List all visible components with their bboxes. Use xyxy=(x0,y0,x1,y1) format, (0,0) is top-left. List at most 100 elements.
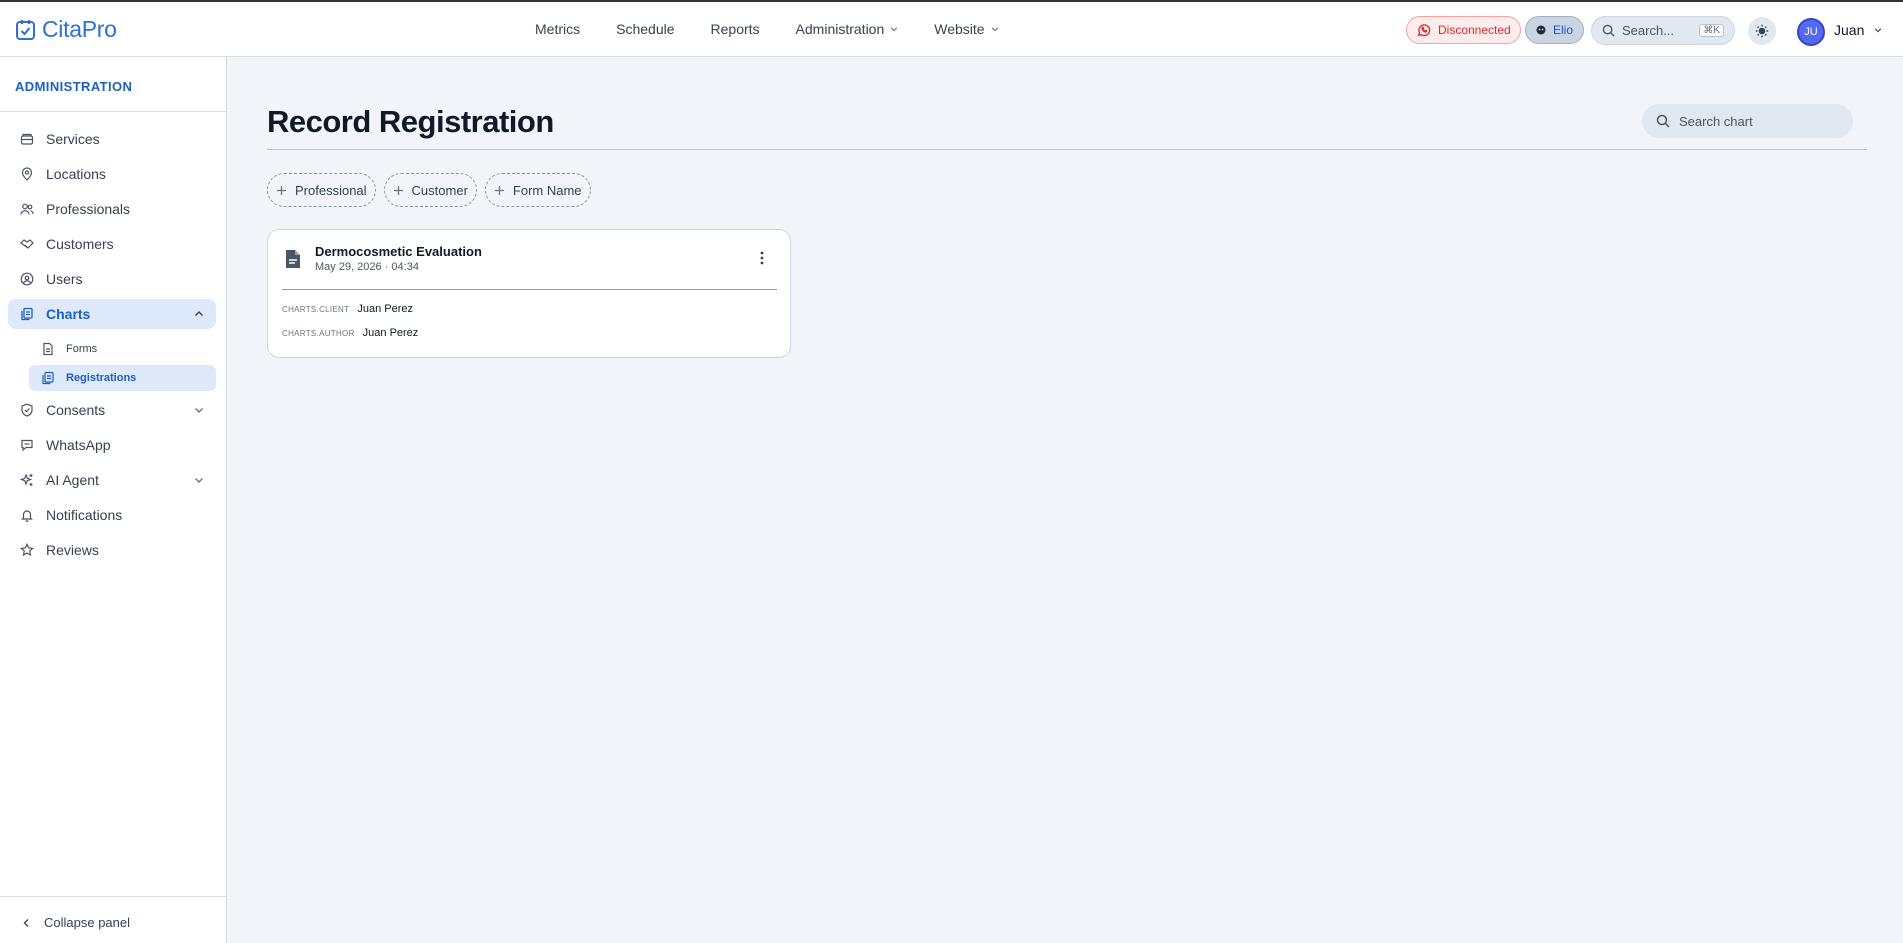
box-icon xyxy=(20,133,34,145)
sidebar-subitem-label: Forms xyxy=(66,343,98,355)
star-icon xyxy=(20,543,34,557)
nav-label: Metrics xyxy=(535,21,581,37)
chevron-up-icon xyxy=(195,311,203,316)
plus-icon xyxy=(494,185,504,195)
sidebar-item-whatsapp[interactable]: WhatsApp xyxy=(8,430,216,460)
sidebar-item-label: Reviews xyxy=(46,542,99,558)
record-date: May 29, 2026 · 04:34 xyxy=(315,261,419,273)
nav-schedule[interactable]: Schedule xyxy=(616,21,674,37)
user-circle-icon xyxy=(20,272,34,286)
elio-label: Elio xyxy=(1553,23,1574,37)
sidebar-item-professionals[interactable]: Professionals xyxy=(8,194,216,224)
nav-website[interactable]: Website xyxy=(934,21,998,37)
nav-administration[interactable]: Administration xyxy=(796,21,899,37)
record-client-value: Juan Perez xyxy=(357,303,413,315)
global-search-placeholder: Search... xyxy=(1622,23,1675,38)
filter-professional-button[interactable]: Professional xyxy=(267,173,376,207)
user-menu[interactable]: Juan xyxy=(1834,22,1882,38)
collapse-label: Collapse panel xyxy=(44,915,131,930)
nav-label: Schedule xyxy=(616,21,675,37)
sidebar-item-locations[interactable]: Locations xyxy=(8,159,216,189)
chart-search-placeholder: Search chart xyxy=(1679,113,1753,129)
file-icon xyxy=(43,342,53,356)
filter-form-name-button[interactable]: Form Name xyxy=(484,173,591,207)
sidebar-item-label: Notifications xyxy=(46,507,123,523)
record-author-value: Juan Perez xyxy=(362,327,419,339)
search-icon xyxy=(1602,24,1615,37)
record-title: Dermocosmetic Evaluation xyxy=(315,244,482,259)
nav-metrics[interactable]: Metrics xyxy=(535,21,580,37)
sidebar-item-label: Locations xyxy=(46,166,106,182)
chevron-down-icon xyxy=(1875,28,1882,33)
nav-reports[interactable]: Reports xyxy=(711,21,760,37)
user-name: Juan xyxy=(1834,22,1865,38)
sidebar-item-users[interactable]: Users xyxy=(8,264,216,294)
sidebar-item-reviews[interactable]: Reviews xyxy=(8,535,216,565)
whatsapp-status-badge[interactable]: Disconnected xyxy=(1406,16,1521,44)
whatsapp-icon xyxy=(1417,24,1431,37)
search-icon xyxy=(1656,114,1670,128)
top-bar: CitaPro Metrics Schedule Reports Adminis… xyxy=(0,0,1903,57)
filter-customer-button[interactable]: Customer xyxy=(383,173,477,207)
filter-label: Professional xyxy=(295,182,367,198)
app-logo[interactable]: CitaPro xyxy=(14,16,117,43)
filter-bar: Professional Customer Form Name xyxy=(267,173,591,207)
plus-icon xyxy=(393,185,403,195)
divider xyxy=(267,149,1867,150)
record-author-key: CHARTS.AUTHOR xyxy=(282,329,355,338)
files-icon xyxy=(21,307,33,321)
bell-icon xyxy=(21,510,33,522)
divider xyxy=(0,896,226,897)
chevron-down-icon xyxy=(991,27,998,32)
sidebar-item-label: Services xyxy=(46,131,100,147)
sidebar-item-services[interactable]: Services xyxy=(8,124,216,154)
files-icon xyxy=(42,371,54,385)
sparkles-icon xyxy=(20,473,33,486)
sun-icon xyxy=(1755,24,1769,38)
sidebar-item-notifications[interactable]: Notifications xyxy=(8,500,216,530)
record-client-row: CHARTS.CLIENT Juan Perez xyxy=(282,303,413,315)
sidebar-section-title: ADMINISTRATION xyxy=(15,79,133,94)
divider xyxy=(282,289,777,290)
sidebar-item-consents[interactable]: Consents xyxy=(8,395,216,425)
status-label: Disconnected xyxy=(1438,23,1511,37)
more-vertical-icon[interactable] xyxy=(756,248,768,268)
chat-icon xyxy=(21,439,33,452)
sidebar-subitem-label: Registrations xyxy=(66,372,137,384)
divider xyxy=(0,111,226,112)
collapse-panel-button[interactable]: Collapse panel xyxy=(22,915,130,930)
chevron-down-icon xyxy=(891,27,898,32)
sidebar-item-label: WhatsApp xyxy=(46,437,111,453)
chevron-down-icon xyxy=(195,408,203,413)
document-icon xyxy=(286,250,300,268)
sidebar-item-ai-agent[interactable]: AI Agent xyxy=(8,465,216,495)
filter-label: Customer xyxy=(411,182,468,198)
sidebar-item-label: Professionals xyxy=(46,201,131,217)
record-card[interactable]: Dermocosmetic Evaluation May 29, 2026 · … xyxy=(267,229,791,358)
sidebar-subitem-registrations[interactable]: Registrations xyxy=(29,365,216,391)
map-pin-icon xyxy=(21,167,33,181)
bot-icon xyxy=(1536,25,1546,35)
sidebar-item-label: AI Agent xyxy=(46,472,99,488)
record-client-key: CHARTS.CLIENT xyxy=(282,305,350,314)
shield-check-icon xyxy=(21,403,33,417)
sidebar-item-label: Users xyxy=(46,271,83,287)
sidebar-item-customers[interactable]: Customers xyxy=(8,229,216,259)
chart-search-input[interactable]: Search chart xyxy=(1642,104,1853,138)
sidebar-item-charts[interactable]: Charts xyxy=(8,299,216,329)
elio-assistant-button[interactable]: Elio xyxy=(1525,16,1585,44)
users-icon xyxy=(20,203,34,215)
keyboard-shortcut: ⌘K xyxy=(1699,24,1724,37)
nav-label: Website xyxy=(934,21,985,37)
sidebar: ADMINISTRATION Services Locations Profes… xyxy=(0,57,227,943)
calendar-check-icon xyxy=(16,19,35,40)
avatar[interactable]: JU xyxy=(1797,18,1825,46)
theme-toggle-button[interactable] xyxy=(1748,17,1776,45)
global-search[interactable]: Search... ⌘K xyxy=(1591,16,1735,45)
sidebar-subitem-forms[interactable]: Forms xyxy=(29,336,216,362)
handshake-icon xyxy=(20,239,34,249)
sidebar-item-label: Customers xyxy=(46,236,114,252)
chevron-left-icon xyxy=(23,918,29,927)
sidebar-item-label: Charts xyxy=(46,306,91,322)
nav-label: Reports xyxy=(710,21,760,37)
